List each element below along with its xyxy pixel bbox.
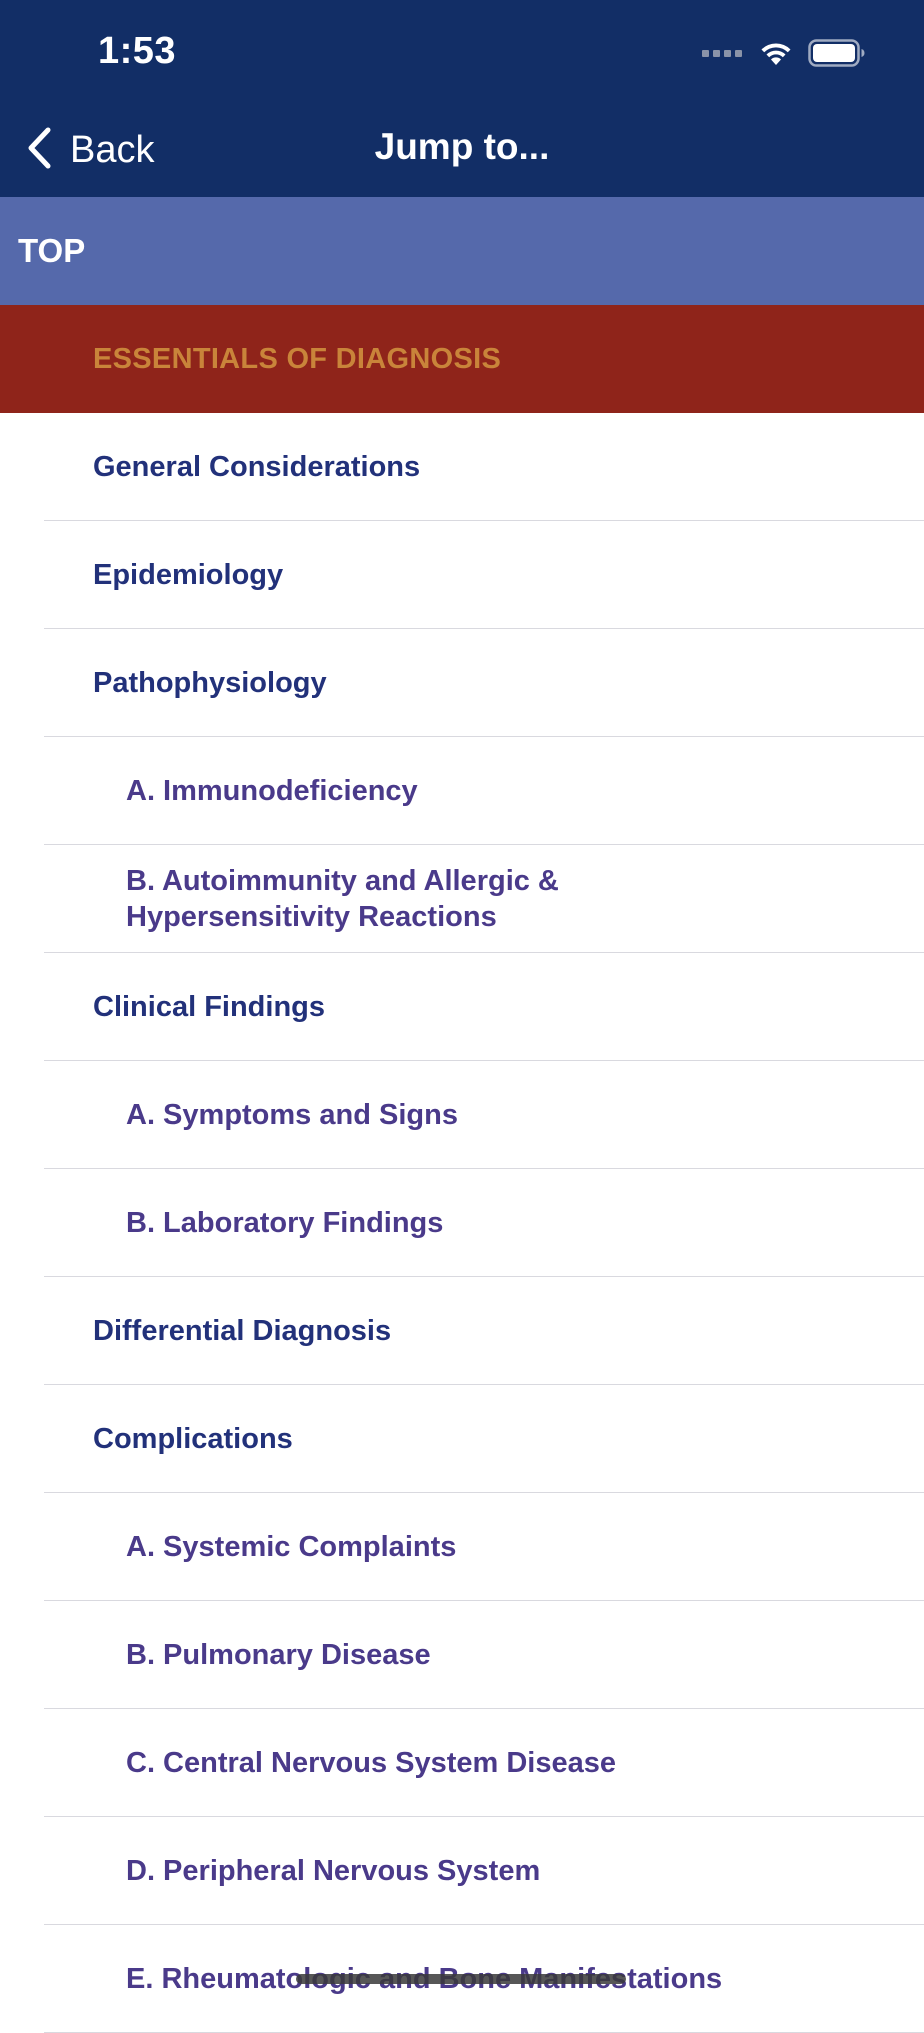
- wifi-icon: [758, 39, 794, 67]
- list-item-label: Complications: [93, 1422, 293, 1455]
- list-item-label: General Considerations: [93, 450, 421, 483]
- cellular-signal-icon: [702, 49, 742, 57]
- status-time: 1:53: [98, 30, 177, 72]
- list-subitem[interactable]: B. Pulmonary Disease: [0, 1601, 924, 1709]
- list-item-label: Differential Diagnosis: [93, 1314, 392, 1347]
- jump-top-item[interactable]: TOP: [0, 197, 924, 305]
- battery-icon: [808, 39, 866, 67]
- list-item[interactable]: Complications: [0, 1385, 924, 1493]
- list-item[interactable]: Differential Diagnosis: [0, 1277, 924, 1385]
- list-item-label: Epidemiology: [93, 558, 284, 591]
- page-title: Jump to...: [374, 126, 550, 167]
- list-item[interactable]: Clinical Findings: [0, 953, 924, 1061]
- list-subitem[interactable]: A. Systemic Complaints: [0, 1493, 924, 1601]
- home-indicator: [296, 1974, 626, 1984]
- list-item-label: A. Systemic Complaints: [126, 1531, 457, 1563]
- list-item-label: A. Symptoms and Signs: [126, 1099, 458, 1131]
- list-subitem[interactable]: A. Immunodeficiency: [0, 737, 924, 845]
- list-item-label: B. Laboratory Findings: [126, 1207, 444, 1239]
- list-subitem[interactable]: B. Autoimmunity and Allergic & Hypersens…: [0, 845, 924, 953]
- list-item-label: B. Pulmonary Disease: [126, 1639, 431, 1671]
- essentials-label: ESSENTIALS OF DIAGNOSIS: [93, 342, 502, 375]
- list-item[interactable]: Epidemiology: [0, 521, 924, 629]
- list-item-label: D. Peripheral Nervous System: [126, 1855, 541, 1887]
- top-label: TOP: [18, 232, 86, 269]
- list-subitem[interactable]: D. Peripheral Nervous System: [0, 1817, 924, 1925]
- list-item-label: Clinical Findings: [93, 990, 326, 1023]
- jump-essentials-item[interactable]: ESSENTIALS OF DIAGNOSIS: [0, 305, 924, 413]
- list-item[interactable]: Pathophysiology: [0, 629, 924, 737]
- list-item-label: A. Immunodeficiency: [126, 775, 418, 807]
- list-item-label: B. Autoimmunity and Allergic & Hypersens…: [126, 865, 559, 933]
- list-item-label: C. Central Nervous System Disease: [126, 1747, 616, 1779]
- list-item-label: Pathophysiology: [93, 666, 327, 699]
- list-subitem[interactable]: C. Central Nervous System Disease: [0, 1709, 924, 1817]
- status-icons: [702, 36, 866, 70]
- section-list: General Considerations Epidemiology Path…: [0, 413, 924, 2033]
- list-item[interactable]: General Considerations: [0, 413, 924, 521]
- list-subitem[interactable]: A. Symptoms and Signs: [0, 1061, 924, 1169]
- list-subitem[interactable]: B. Laboratory Findings: [0, 1169, 924, 1277]
- navigation-header: 1:53 Back Jump to...: [0, 0, 924, 197]
